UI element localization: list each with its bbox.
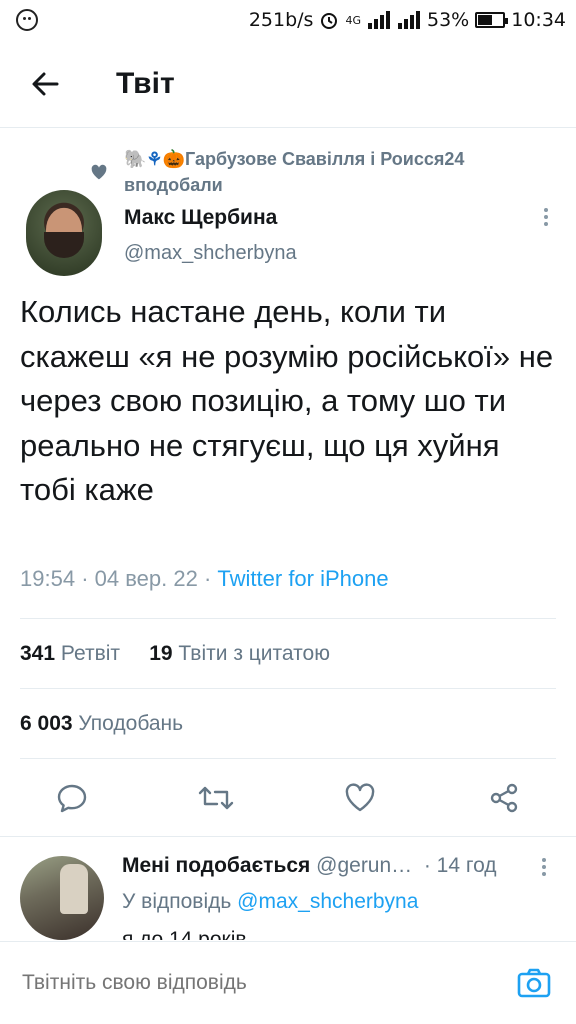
divider (20, 618, 556, 619)
signal-icon-2 (398, 11, 420, 29)
battery-icon (475, 12, 509, 28)
battery-percent: 53% (427, 9, 470, 31)
reply-text: я до 14 років (122, 928, 247, 940)
tweet-author: Макс Щербина @max_shcherbyna (26, 190, 556, 282)
reply-button[interactable] (50, 776, 94, 820)
reply-time: · 14 год (423, 854, 497, 877)
tweet-actions (0, 776, 576, 820)
smiley-notification-icon (16, 9, 38, 31)
reply-avatar[interactable] (20, 856, 104, 940)
divider (0, 836, 576, 837)
network-type: 4G (345, 13, 361, 27)
pumpkin-emoji: 🎃 (162, 149, 185, 169)
share-icon (490, 783, 518, 813)
page-title: Твіт (116, 66, 175, 100)
signal-icon (368, 11, 390, 29)
emoji-text: 🐘⚘ (124, 149, 163, 169)
tweet-source-link[interactable]: Twitter for iPhone (217, 566, 388, 591)
top-bar: Твіт (0, 40, 576, 128)
retweet-button[interactable] (194, 776, 238, 820)
reply-avatar-figure (60, 864, 88, 914)
reply-context: У відповідь @max_shcherbyna (122, 890, 418, 914)
author-name[interactable]: Макс Щербина (124, 206, 277, 230)
avatar-beard (44, 232, 84, 258)
reply-icon (57, 784, 87, 813)
reply-header: Мені подобається @gerun… · 14 год (122, 854, 497, 878)
dot-icon (542, 858, 546, 862)
dot-icon (544, 215, 548, 219)
tweet-meta: 19:54 · 04 вер. 22 · Twitter for iPhone (20, 566, 389, 592)
retweet-icon (198, 786, 234, 810)
reply-prefix: У відповідь (122, 890, 232, 913)
reply-input[interactable] (22, 971, 514, 995)
reply-mention-link[interactable]: @max_shcherbyna (237, 890, 418, 913)
meta-separator: · (81, 566, 89, 591)
dot-icon (544, 208, 548, 212)
alarm-icon (321, 13, 338, 29)
reply-tweet[interactable]: Мені подобається @gerun… · 14 год У відп… (0, 840, 576, 940)
clock: 10:34 (511, 9, 566, 31)
retweet-label[interactable]: Ретвіт (61, 642, 120, 665)
like-label[interactable]: Уподобань (78, 712, 183, 735)
heart-outline-icon (345, 783, 375, 812)
reply-author-handle[interactable]: @gerun… (316, 854, 412, 877)
tweet-text: Колись настане день, коли ти скажеш «я н… (20, 294, 554, 507)
divider (20, 758, 556, 759)
dot-icon (544, 222, 548, 226)
author-handle[interactable]: @max_shcherbyna (124, 242, 297, 265)
dot-icon (542, 872, 546, 876)
like-stats: 6 003 Уподобань (20, 712, 183, 736)
status-bar: 251b/s 4G 53% 10:34 (0, 0, 576, 40)
tweet-time: 19:54 (20, 566, 76, 591)
network-speed: 251b/s (248, 9, 314, 31)
reply-author-name[interactable]: Мені подобається (122, 854, 310, 877)
heart-icon (91, 164, 107, 180)
quote-label[interactable]: Твіти з цитатою (178, 642, 330, 665)
back-button[interactable] (0, 40, 90, 128)
meta-separator: · (203, 566, 212, 591)
like-button[interactable] (338, 776, 382, 820)
like-count[interactable]: 6 003 (20, 712, 73, 735)
camera-icon (517, 968, 551, 998)
more-options-button[interactable] (542, 208, 550, 226)
reply-composer (0, 941, 576, 1024)
social-context-users: Гарбузове Свавілля і Роисся24 (184, 149, 465, 169)
tweet-date: 04 вер. 22 (94, 566, 198, 591)
share-button[interactable] (482, 776, 526, 820)
reply-more-options-button[interactable] (540, 858, 548, 876)
arrow-left-icon (32, 72, 59, 95)
retweet-stats: 341 Ретвіт 19 Твіти з цитатою (20, 642, 330, 666)
camera-button[interactable] (514, 963, 554, 1003)
retweet-count[interactable]: 341 (20, 642, 55, 665)
avatar[interactable] (26, 190, 102, 276)
quote-count[interactable]: 19 (149, 642, 172, 665)
dot-icon (542, 865, 546, 869)
divider (20, 688, 556, 689)
